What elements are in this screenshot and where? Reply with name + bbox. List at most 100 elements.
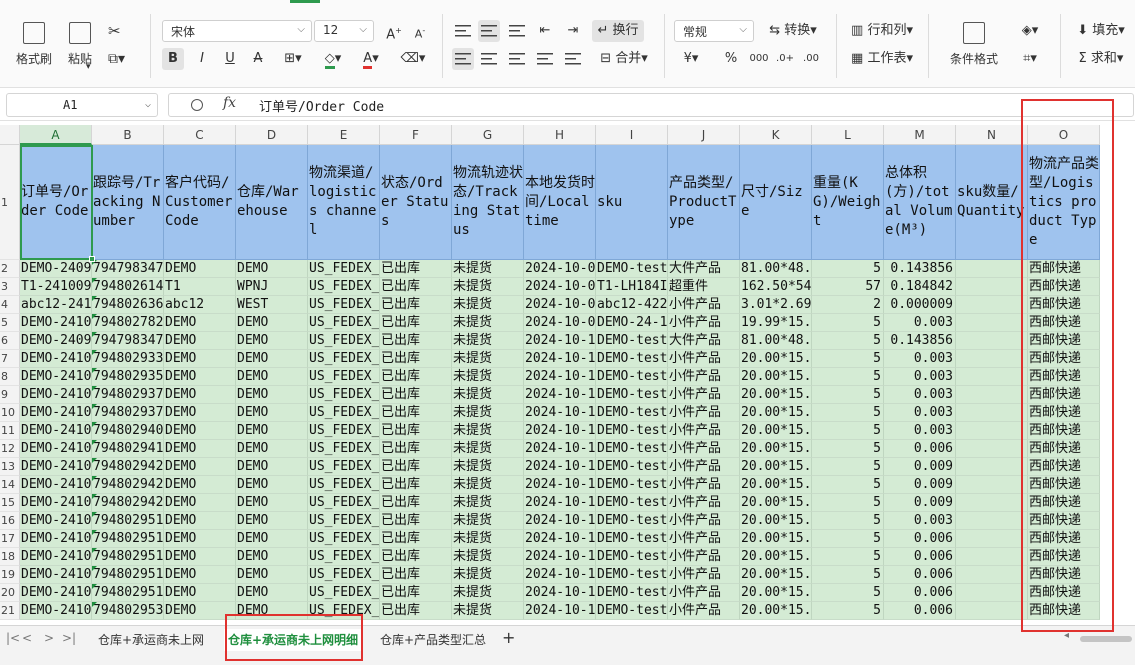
row-header[interactable]: 1 [0, 145, 20, 260]
table-cell[interactable]: DEMO-test [596, 512, 668, 530]
table-cell[interactable]: DEMO [164, 368, 236, 386]
table-cell[interactable]: 已出库 [380, 422, 452, 440]
table-cell[interactable]: 20.00*15. [740, 458, 812, 476]
table-cell[interactable]: 794802942 [92, 494, 164, 512]
table-cell[interactable]: 5 [812, 260, 884, 278]
row-header[interactable]: 3 [0, 278, 20, 296]
align-middle-button[interactable] [478, 20, 500, 42]
header-cell[interactable]: 物流产品类型/Logistics product Type [1028, 145, 1100, 260]
bold-button[interactable]: B [162, 48, 184, 70]
table-cell[interactable]: 794802937 [92, 404, 164, 422]
align-center-button[interactable] [478, 48, 500, 70]
table-cell[interactable]: DEMO [236, 368, 308, 386]
header-cell[interactable]: 产品类型/ProductType [668, 145, 740, 260]
table-cell[interactable]: DEMO-test [596, 548, 668, 566]
table-cell[interactable]: 小件产品 [668, 350, 740, 368]
decrease-decimal-button[interactable]: .00 [800, 48, 822, 70]
table-cell[interactable]: 已出库 [380, 260, 452, 278]
name-box[interactable]: A1 ⌵ [6, 93, 158, 117]
table-cell[interactable]: DEMO-2410 [20, 494, 92, 512]
table-cell[interactable] [956, 494, 1028, 512]
table-cell[interactable]: 0.003 [884, 368, 956, 386]
table-cell[interactable]: DEMO-test [596, 386, 668, 404]
table-cell[interactable]: 西邮快递 [1028, 458, 1100, 476]
paste-dropdown-icon[interactable]: ▾ [86, 56, 91, 78]
table-cell[interactable]: 小件产品 [668, 566, 740, 584]
table-cell[interactable] [956, 296, 1028, 314]
table-cell[interactable]: DEMO [236, 530, 308, 548]
table-cell[interactable]: DEMO-2410 [20, 368, 92, 386]
table-cell[interactable]: 0.009 [884, 458, 956, 476]
table-cell[interactable]: 794802940 [92, 422, 164, 440]
select-all-corner[interactable] [0, 125, 20, 145]
row-header[interactable]: 5 [0, 314, 20, 332]
table-cell[interactable]: 20.00*15. [740, 530, 812, 548]
table-cell[interactable]: 已出库 [380, 602, 452, 620]
table-cell[interactable]: 2024-10-1 [524, 422, 596, 440]
header-cell[interactable]: 总体积(方)/total Volume(M³) [884, 145, 956, 260]
table-cell[interactable]: DEMO [236, 566, 308, 584]
table-cell[interactable] [956, 566, 1028, 584]
row-header[interactable]: 10 [0, 404, 20, 422]
fill-button[interactable]: ⬇ 填充▾ [1070, 20, 1132, 42]
table-cell[interactable]: DEMO-2410 [20, 548, 92, 566]
table-cell[interactable]: 794802951 [92, 530, 164, 548]
header-cell[interactable]: sku数量/Quantity [956, 145, 1028, 260]
table-cell[interactable]: 2024-10-0 [524, 260, 596, 278]
increase-decimal-button[interactable]: .0+ [774, 48, 796, 70]
table-cell[interactable]: 2024-10-1 [524, 386, 596, 404]
table-cell[interactable]: 0.006 [884, 584, 956, 602]
cell-style-button[interactable]: ◈▾ [1012, 20, 1048, 42]
table-cell[interactable]: DEMO-2410 [20, 530, 92, 548]
table-cell[interactable]: 0.009 [884, 494, 956, 512]
table-cell[interactable]: 20.00*15. [740, 494, 812, 512]
table-cell[interactable]: DEMO [164, 566, 236, 584]
underline-button[interactable]: U [220, 48, 240, 70]
table-cell[interactable]: 未提货 [452, 440, 524, 458]
table-cell[interactable]: DEMO [236, 404, 308, 422]
table-cell[interactable]: 未提货 [452, 458, 524, 476]
header-cell[interactable]: 物流轨迹状态/Tracking Status [452, 145, 524, 260]
table-cell[interactable]: 2024-10-1 [524, 530, 596, 548]
table-cell[interactable]: 5 [812, 494, 884, 512]
distribute-button[interactable] [562, 48, 584, 70]
header-cell[interactable]: 重量(KG)/Weight [812, 145, 884, 260]
table-cell[interactable]: 0.006 [884, 440, 956, 458]
table-cell[interactable]: DEMO [164, 350, 236, 368]
table-cell[interactable]: 5 [812, 368, 884, 386]
table-cell[interactable]: 小件产品 [668, 512, 740, 530]
table-cell[interactable]: US_FEDEX_ [308, 548, 380, 566]
cut-icon[interactable]: ✂ [108, 20, 121, 42]
table-cell[interactable]: 西邮快递 [1028, 566, 1100, 584]
table-cell[interactable]: 2024-10-1 [524, 494, 596, 512]
table-cell[interactable]: DEMO [236, 584, 308, 602]
table-cell[interactable]: DEMO [236, 314, 308, 332]
table-cell[interactable]: 小件产品 [668, 476, 740, 494]
table-cell[interactable]: 5 [812, 548, 884, 566]
table-cell[interactable]: 未提货 [452, 386, 524, 404]
column-header-h[interactable]: H [524, 125, 596, 145]
table-cell[interactable]: DEMO-2410 [20, 458, 92, 476]
table-cell[interactable]: 0.143856 [884, 332, 956, 350]
table-cell[interactable]: 2024-10-1 [524, 404, 596, 422]
table-cell[interactable]: DEMO-test [596, 260, 668, 278]
table-cell[interactable]: DEMO [236, 512, 308, 530]
row-header[interactable]: 18 [0, 548, 20, 566]
table-cell[interactable]: 西邮快递 [1028, 422, 1100, 440]
table-cell[interactable]: DEMO-2410 [20, 566, 92, 584]
column-header-g[interactable]: G [452, 125, 524, 145]
table-cell[interactable]: US_FEDEX_ [308, 350, 380, 368]
table-cell[interactable]: 小件产品 [668, 422, 740, 440]
table-cell[interactable]: 20.00*15. [740, 512, 812, 530]
table-cell[interactable]: US_FEDEX_ [308, 260, 380, 278]
table-cell[interactable]: 西邮快递 [1028, 350, 1100, 368]
table-cell[interactable] [956, 476, 1028, 494]
row-header[interactable]: 15 [0, 494, 20, 512]
table-cell[interactable]: DEMO [236, 386, 308, 404]
table-cell[interactable]: 0.184842 [884, 278, 956, 296]
table-cell[interactable] [956, 278, 1028, 296]
table-cell[interactable]: 已出库 [380, 566, 452, 584]
table-cell[interactable] [956, 386, 1028, 404]
table-cell[interactable]: DEMO [164, 512, 236, 530]
table-cell[interactable]: WPNJ [236, 278, 308, 296]
